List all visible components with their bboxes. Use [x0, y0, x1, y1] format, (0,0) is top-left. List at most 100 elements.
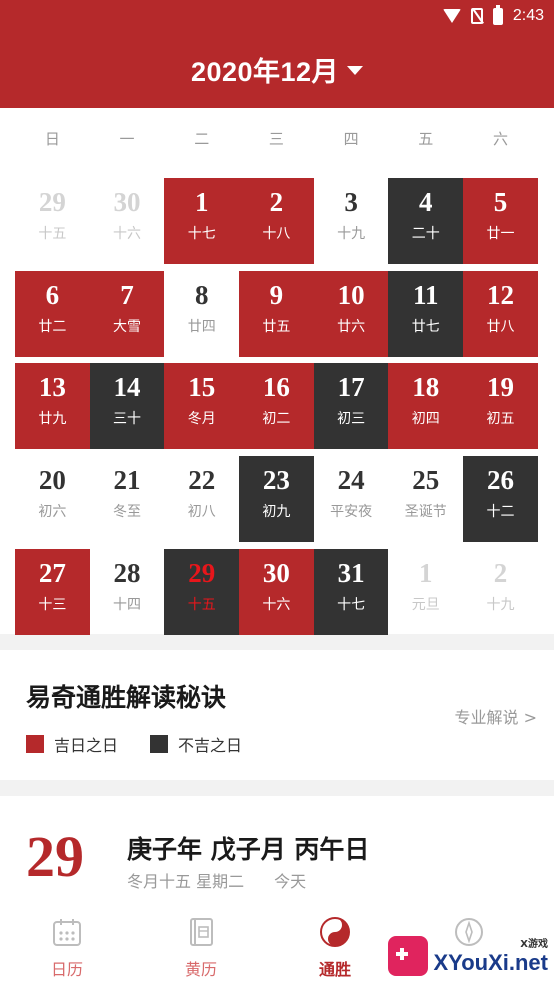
calendar-week-row: 20 初六 21 冬至 22 初八 23 初九 24 平安夜 25 圣诞节 26 十二	[15, 456, 538, 543]
calendar-day-cell[interactable]: 16 初二	[239, 363, 314, 450]
weekday-label: 三	[268, 130, 284, 148]
lunar-day-label: 十三	[38, 596, 67, 613]
selected-day-number: 29	[26, 824, 84, 889]
calendar-day-cell[interactable]: 18 初四	[388, 363, 464, 450]
calendar-day-cell[interactable]: 31 十七	[313, 548, 389, 635]
tab-calendar[interactable]: 日历	[0, 906, 134, 986]
lunar-day-label: 元旦	[411, 596, 440, 613]
lunar-day-label: 十七	[337, 596, 366, 613]
day-number: 27	[38, 557, 66, 588]
day-number: 1	[194, 187, 209, 217]
calendar-week-row: 6 廿二 7 大雪 8 廿四 9 廿五 10 廿六 11 廿七 12 廿八	[15, 270, 538, 357]
month-selector[interactable]: 2020年12月	[0, 50, 554, 89]
tab-tongsheng[interactable]: 通胜	[268, 906, 402, 986]
calendar-day-cell[interactable]: 29 十五	[15, 178, 90, 264]
ganzhi-date: 庚子年 戊子月 丙午日	[127, 835, 370, 864]
calendar-grid: 日 一 二 三 四 五 六 29 十五 30 十六 1 十七 2 十八 3 十九 4 二十 5 廿一 6 廿二…	[0, 108, 554, 635]
calendar-day-cell[interactable]: 2 十八	[239, 178, 314, 264]
calendar-day-cell[interactable]: 2 十九	[463, 549, 538, 635]
calendar-day-cell[interactable]: 10 廿六	[313, 270, 389, 357]
calendar-day-cell[interactable]: 4 二十	[388, 178, 464, 264]
lunar-day-label: 十五	[38, 226, 67, 242]
lunar-day-label: 廿九	[38, 411, 67, 428]
lunar-day-label: 廿二	[38, 318, 67, 335]
watermark-small: X游戏	[520, 939, 548, 950]
calendar-day-cell[interactable]: 23 初九	[239, 456, 314, 543]
day-number: 13	[38, 372, 66, 403]
weekday-label: 五	[418, 130, 434, 148]
calendar-day-cell[interactable]: 29 十五	[164, 548, 240, 635]
good-day-label: 吉日之日	[54, 736, 119, 755]
calendar-day-cell[interactable]: 30 十六	[239, 548, 314, 635]
day-number: 21	[113, 465, 141, 496]
calendar-day-cell[interactable]: 3 十九	[314, 178, 389, 264]
legend-card: 易奇通胜解读秘诀 专业解说 > 吉日之日 不吉之日	[0, 650, 554, 780]
lunar-day-label: 廿五	[262, 318, 291, 335]
wifi-icon	[442, 9, 461, 23]
calendar-day-cell[interactable]: 1 元旦	[388, 549, 463, 635]
calendar-day-cell[interactable]: 5 廿一	[463, 178, 538, 264]
tab-almanac[interactable]: 黄历	[134, 906, 268, 986]
day-number: 20	[38, 465, 66, 496]
lunar-day-label: 廿四	[187, 318, 216, 335]
day-number: 2	[269, 187, 284, 217]
gamepad-logo-icon	[387, 935, 428, 976]
calendar-day-cell[interactable]: 14 三十	[89, 363, 165, 450]
lunar-day-label: 三十	[113, 411, 142, 428]
day-number: 30	[262, 557, 290, 588]
legend-items: 吉日之日 不吉之日	[26, 732, 242, 756]
calendar-day-cell[interactable]: 21 冬至	[90, 456, 165, 542]
calendar-day-cell[interactable]: 9 廿五	[239, 270, 314, 357]
day-number: 5	[493, 187, 508, 217]
calendar-day-cell[interactable]: 22 初八	[164, 456, 239, 542]
weekday-label: 六	[492, 130, 508, 148]
weekday-label: 二	[194, 130, 210, 148]
weekday-label: 日	[44, 130, 60, 148]
calendar-day-cell[interactable]: 8 廿四	[164, 271, 239, 357]
calendar-day-cell[interactable]: 11 廿七	[388, 270, 464, 357]
day-number: 17	[337, 372, 365, 403]
calendar-day-cell[interactable]: 1 十七	[164, 178, 240, 264]
day-number: 16	[262, 372, 290, 403]
lunar-day-label: 初六	[38, 504, 67, 521]
calendar-day-cell[interactable]: 12 廿八	[463, 270, 538, 357]
calendar-day-cell[interactable]: 20 初六	[15, 456, 90, 542]
lunar-day-label: 十二	[486, 504, 515, 521]
site-watermark: X游戏 XYouXi.net	[387, 935, 548, 976]
lunar-day-label: 十九	[337, 226, 366, 242]
calendar-day-cell[interactable]: 15 冬月	[164, 363, 240, 450]
lunar-day-label: 十四	[113, 596, 142, 613]
calendar-day-cell[interactable]: 19 初五	[463, 363, 538, 450]
caret-down-icon	[347, 66, 364, 76]
calendar-week-row: 13 廿九 14 三十 15 冬月 16 初二 17 初三 18 初四 19 初五	[15, 363, 538, 450]
calendar-day-cell[interactable]: 30 十六	[90, 178, 165, 264]
calendar-day-cell[interactable]: 24 平安夜	[314, 456, 389, 542]
lunar-day-label: 十九	[486, 596, 515, 613]
day-number: 26	[486, 465, 514, 496]
day-number: 10	[337, 279, 365, 310]
weekday-header: 日 一 二 三 四 五 六	[15, 128, 538, 149]
day-number: 3	[344, 187, 358, 217]
bad-day-label: 不吉之日	[178, 736, 243, 755]
calendar-day-cell[interactable]: 17 初三	[313, 363, 389, 450]
calendar-day-cell[interactable]: 7 大雪	[89, 270, 165, 357]
calendar-day-cell[interactable]: 26 十二	[463, 456, 538, 543]
day-number: 25	[412, 465, 440, 496]
day-number: 19	[486, 372, 514, 403]
battery-icon	[492, 4, 503, 25]
lunar-day-label: 十六	[113, 226, 142, 242]
calendar-day-cell[interactable]: 27 十三	[15, 548, 90, 635]
lunar-day-label: 大雪	[113, 318, 142, 335]
lunar-day-label: 冬月	[187, 411, 216, 428]
lunar-day-label: 廿六	[337, 318, 366, 335]
lunar-day-label: 初二	[262, 411, 291, 428]
calendar-day-cell[interactable]: 13 廿九	[15, 363, 90, 450]
no-sim-icon	[470, 8, 483, 24]
expert-explanation-link[interactable]: 专业解说 >	[455, 704, 538, 728]
day-number: 7	[120, 279, 134, 310]
day-number: 22	[188, 465, 216, 496]
calendar-day-cell[interactable]: 25 圣诞节	[388, 456, 463, 542]
calendar-day-cell[interactable]: 6 廿二	[15, 270, 90, 357]
calendar-day-cell[interactable]: 28 十四	[90, 549, 165, 635]
tab-almanac-label: 黄历	[184, 960, 217, 979]
